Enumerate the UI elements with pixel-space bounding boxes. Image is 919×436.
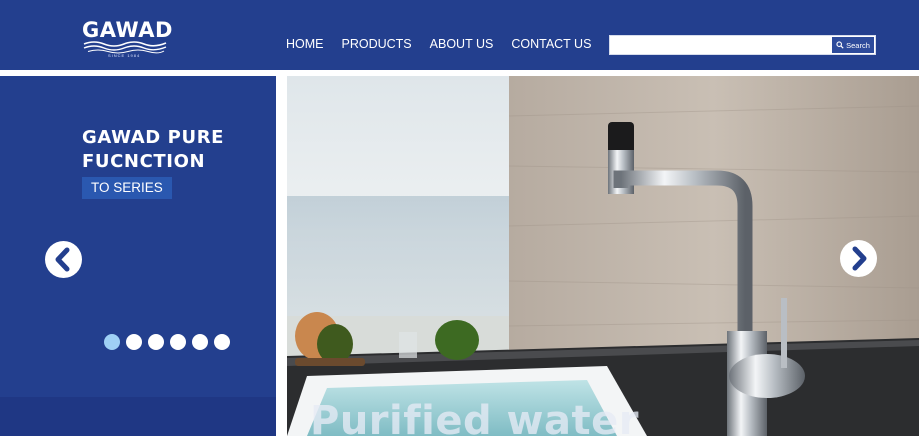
hero-title-line-2: FUCNCTION [82, 151, 206, 172]
hero-image [287, 76, 919, 436]
site-header: GAWAD SINCE 1984 HOME PRODUCTS ABOUT US … [0, 0, 919, 70]
nav-item-contact-us[interactable]: CONTACT US [511, 37, 591, 53]
search-box: Search [609, 35, 876, 55]
slider-dots [104, 334, 230, 350]
hero-title-line-1: GAWAD PURE [82, 127, 225, 148]
search-button-label: Search [846, 40, 870, 50]
hero-text-panel: GAWAD PURE FUCNCTION TO SERIES [0, 76, 276, 436]
slider-dot-2[interactable] [126, 334, 142, 350]
hero-title: GAWAD PURE FUCNCTION [82, 126, 272, 174]
search-icon [836, 41, 844, 49]
nav-item-home[interactable]: HOME [286, 37, 324, 53]
slider-dot-5[interactable] [192, 334, 208, 350]
chevron-right-icon [852, 246, 867, 271]
search-button[interactable]: Search [832, 37, 874, 53]
faucet-scene-image [287, 76, 919, 436]
slider-dot-6[interactable] [214, 334, 230, 350]
series-link[interactable]: TO SERIES [82, 177, 172, 199]
hero-image-caption: Purified water [310, 398, 639, 436]
logo-tagline: SINCE 1984 [108, 53, 141, 58]
slider-prev-button[interactable] [45, 241, 82, 278]
logo-text: GAWAD [82, 18, 173, 42]
nav-item-products[interactable]: PRODUCTS [342, 37, 412, 53]
slider-dot-1[interactable] [104, 334, 120, 350]
slider-dot-4[interactable] [170, 334, 186, 350]
nav-item-about-us[interactable]: ABOUT US [430, 37, 494, 53]
slider-dot-3[interactable] [148, 334, 164, 350]
main-nav: HOME PRODUCTS ABOUT US CONTACT US [286, 37, 609, 53]
chevron-left-icon [55, 247, 70, 272]
slider-dots-bar [0, 397, 276, 436]
brand-logo[interactable]: GAWAD SINCE 1984 [82, 18, 172, 60]
logo-waves-icon [83, 41, 167, 54]
search-input[interactable] [611, 37, 833, 53]
slider-next-button[interactable] [840, 240, 877, 277]
